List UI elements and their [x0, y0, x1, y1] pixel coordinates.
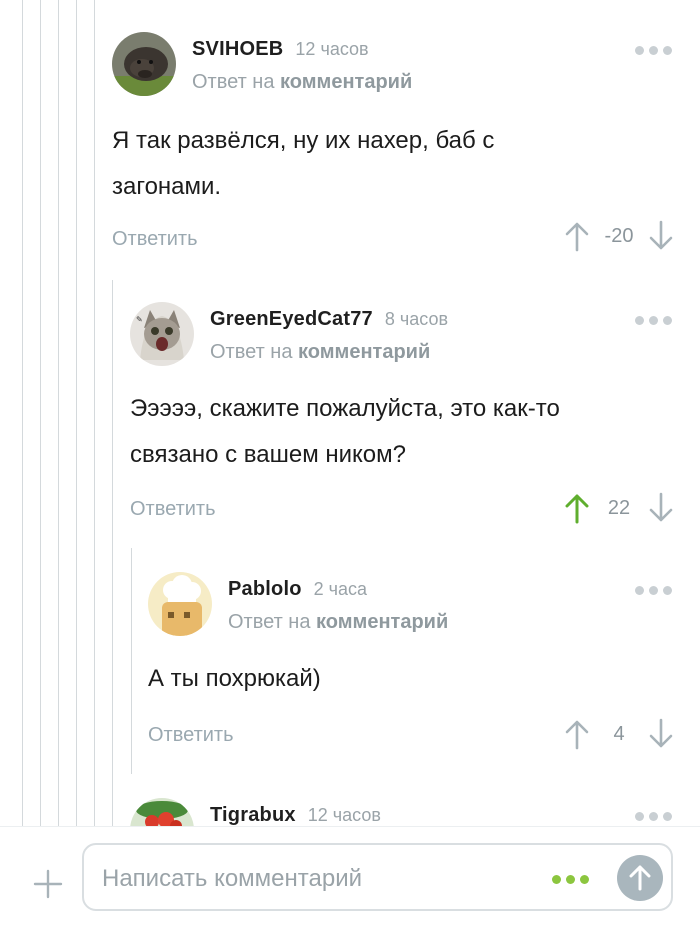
more-options-icon[interactable]	[635, 812, 672, 821]
reply-to: Ответ на комментарий	[192, 71, 412, 94]
upvote-icon[interactable]	[564, 492, 590, 524]
avatar[interactable]	[130, 798, 194, 826]
reply-button[interactable]: Ответить	[112, 228, 198, 251]
reply-to-prefix: Ответ на	[210, 341, 293, 363]
avatar[interactable]: ✎	[130, 302, 194, 366]
reply-to-link[interactable]: комментарий	[298, 341, 430, 363]
reply-button[interactable]: Ответить	[130, 498, 216, 521]
divider	[0, 826, 700, 827]
reply-to-link[interactable]: комментарий	[280, 71, 412, 93]
vote-controls: 4	[564, 718, 674, 750]
svg-text:✎: ✎	[136, 315, 143, 324]
thread-line	[112, 280, 113, 826]
comment-text: Я так развёлся, ну их нахер, баб с загон…	[112, 127, 495, 200]
rating-count: 22	[607, 496, 631, 519]
comment: ✎ GreenEyedCat77 8 часов Ответ на коммен…	[130, 302, 700, 534]
author-name[interactable]: Tigrabux	[210, 804, 296, 826]
thread-line	[58, 0, 59, 826]
avatar[interactable]	[112, 32, 176, 96]
send-button[interactable]	[617, 855, 663, 901]
upvote-icon[interactable]	[564, 718, 590, 750]
reply-to: Ответ на комментарий	[228, 611, 448, 634]
comment-header: ✎ GreenEyedCat77 8 часов Ответ на коммен…	[130, 302, 448, 366]
more-options-icon[interactable]	[635, 316, 672, 325]
comment-time: 2 часа	[313, 579, 368, 599]
reply-to-prefix: Ответ на	[228, 611, 311, 633]
comment-input-placeholder: Написать комментарий	[102, 865, 363, 892]
thread-line	[40, 0, 41, 826]
downvote-icon[interactable]	[648, 492, 674, 524]
thread-line	[94, 0, 95, 826]
author-name[interactable]: Pablolo	[228, 578, 302, 601]
reply-to: Ответ на комментарий	[210, 341, 448, 364]
comment-text: Эээээ, скажите пожалуйста, это как-то св…	[130, 395, 560, 468]
reply-button[interactable]: Ответить	[148, 724, 234, 747]
avatar[interactable]	[148, 572, 212, 636]
thread-line	[22, 0, 23, 826]
comment-time: 12 часов	[307, 805, 381, 825]
reply-to-link[interactable]: комментарий	[316, 611, 448, 633]
vote-controls: 22	[564, 492, 674, 524]
comment-composer: Написать комментарий	[0, 826, 700, 927]
comment-header: Pablolo 2 часа Ответ на комментарий	[148, 572, 448, 636]
more-dots-icon[interactable]	[552, 875, 589, 884]
rating-count: 4	[613, 722, 625, 745]
comment-header: SVIHOEB 12 часов Ответ на комментарий	[112, 32, 412, 96]
more-options-icon[interactable]	[635, 586, 672, 595]
comment-header: Tigrabux 12 часов	[130, 798, 381, 826]
reply-to-prefix: Ответ на	[192, 71, 275, 93]
comment-input[interactable]: Написать комментарий	[82, 843, 673, 911]
thread-line	[131, 548, 132, 774]
comment-time: 12 часов	[295, 39, 369, 59]
comment: SVIHOEB 12 часов Ответ на комментарий Я …	[112, 32, 700, 264]
downvote-icon[interactable]	[648, 718, 674, 750]
comment: Tigrabux 12 часов	[130, 798, 700, 826]
author-name[interactable]: GreenEyedCat77	[210, 308, 373, 331]
author-name[interactable]: SVIHOEB	[192, 38, 283, 61]
rating-count: -20	[604, 224, 634, 247]
comment-text: А ты похрюкай)	[148, 665, 321, 692]
more-options-icon[interactable]	[635, 46, 672, 55]
plus-icon[interactable]	[32, 868, 64, 900]
comment-time: 8 часов	[384, 309, 449, 329]
downvote-icon[interactable]	[648, 220, 674, 252]
upvote-icon[interactable]	[564, 220, 590, 252]
arrow-up-icon	[629, 865, 651, 891]
thread-line	[76, 0, 77, 826]
vote-controls: -20	[564, 220, 674, 252]
comment: Pablolo 2 часа Ответ на комментарий А ты…	[148, 572, 700, 768]
